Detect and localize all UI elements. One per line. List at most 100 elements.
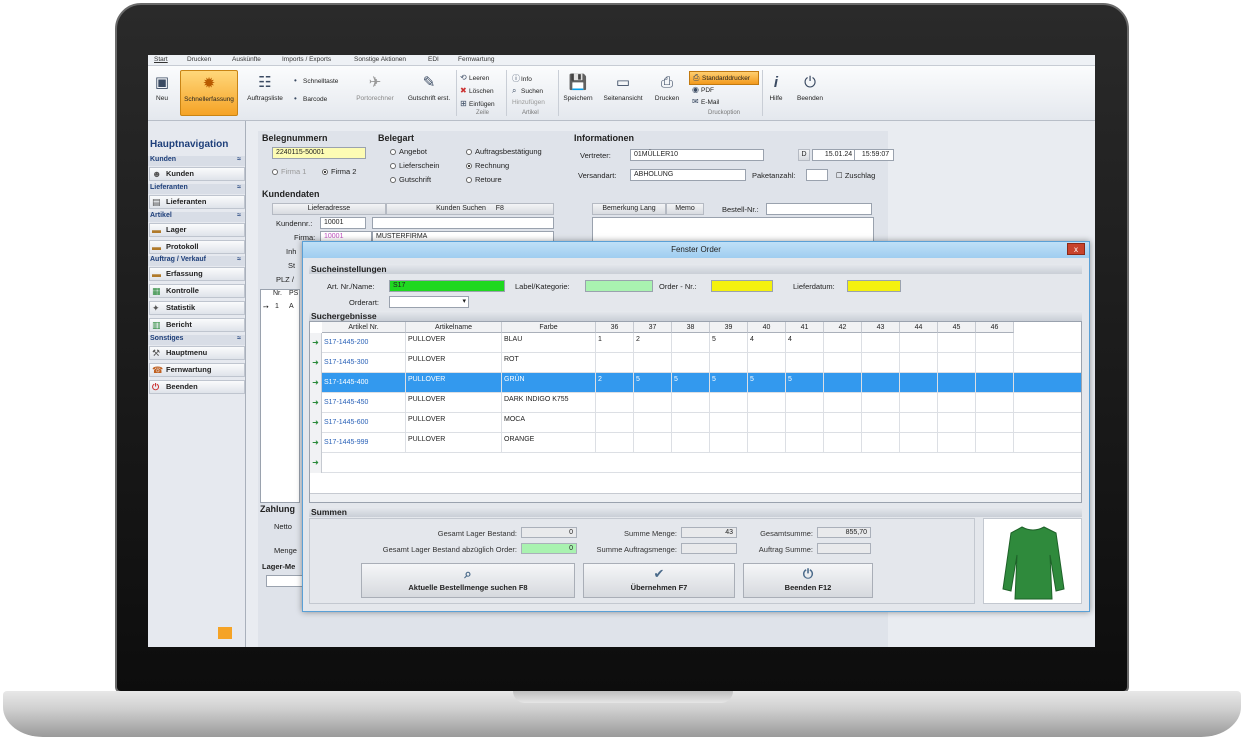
column-header[interactable]: 39	[710, 322, 748, 333]
table-row[interactable]: ➜ S17-1445-600 PULLOVER MOCA	[310, 413, 1081, 433]
table-cell[interactable]	[786, 353, 824, 373]
table-cell[interactable]	[596, 433, 634, 453]
row-arrow-icon[interactable]: ➜	[310, 433, 322, 453]
schnelltaste-option[interactable]: • Schnelltaste	[294, 76, 338, 85]
column-header[interactable]: 46	[976, 322, 1014, 333]
table-cell[interactable]	[634, 353, 672, 373]
table-row[interactable]: ➜ S17-1445-400 PULLOVER GRÜN 2 5 5 5 5 5	[310, 373, 1081, 393]
barcode-option[interactable]: • Barcode	[294, 94, 327, 103]
suchen-button[interactable]: ⌕ Suchen	[512, 86, 543, 96]
table-cell[interactable]	[824, 393, 862, 413]
email-option[interactable]: ✉ E-Mail	[692, 97, 719, 106]
nav-section-artikel[interactable]: Artikel ≈	[148, 212, 245, 222]
table-cell[interactable]	[634, 393, 672, 413]
table-cell[interactable]: 4	[748, 333, 786, 353]
nav-section-lieferanten[interactable]: Lieferanten ≈	[148, 184, 245, 194]
lieferadresse-button[interactable]: Lieferadresse	[272, 203, 386, 215]
table-cell[interactable]: ORANGE	[502, 433, 596, 453]
table-cell[interactable]: 4	[786, 333, 824, 353]
nav-section-kunden[interactable]: Kunden ≈	[148, 156, 245, 166]
table-row[interactable]: ➜ S17-1445-450 PULLOVER DARK INDIGO K755	[310, 393, 1081, 413]
dialog-beenden-button[interactable]: ⏻ Beenden F12	[743, 563, 873, 598]
sidebar-item-lager[interactable]: ▬ Lager	[149, 223, 245, 237]
table-cell[interactable]: BLAU	[502, 333, 596, 353]
paketanzahl-field[interactable]	[806, 169, 828, 181]
loeschen-button[interactable]: ✖ Löschen	[460, 86, 494, 95]
column-header[interactable]: Farbe	[502, 322, 596, 333]
sidebar-item-beenden[interactable]: ⏻ Beenden	[149, 380, 245, 394]
table-cell[interactable]: ROT	[502, 353, 596, 373]
sidebar-item-fernwartung[interactable]: ☎ Fernwartung	[149, 363, 245, 377]
table-cell[interactable]: S17-1445-200	[322, 333, 406, 353]
table-cell[interactable]: S17-1445-300	[322, 353, 406, 373]
leeren-button[interactable]: ⟲ Leeren	[460, 73, 489, 82]
table-cell[interactable]	[976, 413, 1014, 433]
lieferdatum-field[interactable]	[847, 280, 901, 292]
artnr-field[interactable]: S17	[389, 280, 505, 292]
firma2-radio[interactable]: Firma 2	[322, 167, 356, 176]
table-cell[interactable]: S17-1445-450	[322, 393, 406, 413]
label-kategorie-field[interactable]	[585, 280, 653, 292]
table-cell[interactable]	[862, 393, 900, 413]
table-cell[interactable]: 2	[596, 373, 634, 393]
table-cell[interactable]	[786, 413, 824, 433]
kunden-name-select[interactable]	[372, 217, 554, 229]
hinzufuegen-button[interactable]: Hinzufügen	[512, 99, 545, 106]
sidebar-item-statistik[interactable]: ✦ Statistik	[149, 301, 245, 315]
table-cell[interactable]	[900, 373, 938, 393]
table-cell[interactable]	[976, 433, 1014, 453]
sidebar-item-hauptmenu[interactable]: ⚒ Hauptmenu	[149, 346, 245, 360]
uebernehmen-button[interactable]: ✔ Übernehmen F7	[583, 563, 735, 598]
sidebar-item-lieferanten[interactable]: ▤ Lieferanten	[149, 195, 245, 209]
table-cell[interactable]	[900, 433, 938, 453]
table-cell[interactable]	[900, 353, 938, 373]
sidebar-item-kunden[interactable]: ☻ Kunden	[149, 167, 245, 181]
table-cell[interactable]: 5	[710, 333, 748, 353]
zuschlag-checkbox[interactable]: ☐ Zuschlag	[836, 171, 875, 180]
table-cell[interactable]	[938, 373, 976, 393]
column-header[interactable]: Artikel Nr.	[322, 322, 406, 333]
angebot-radio[interactable]: Angebot	[390, 147, 427, 156]
tab-drucken[interactable]: Drucken	[187, 56, 211, 63]
column-header[interactable]: Artikelname	[406, 322, 502, 333]
sidebar-item-protokoll[interactable]: ▬ Protokoll	[149, 240, 245, 254]
kundennr-field[interactable]: 10001	[320, 217, 366, 229]
hilfe-button[interactable]: i Hilfe	[765, 70, 787, 116]
table-cell[interactable]: PULLOVER	[406, 333, 502, 353]
table-cell[interactable]	[824, 433, 862, 453]
table-cell[interactable]: GRÜN	[502, 373, 596, 393]
row-arrow-icon[interactable]: ➜	[310, 333, 322, 353]
info-button[interactable]: ⓘInfo	[512, 73, 532, 84]
row-arrow-icon[interactable]: ➜	[310, 353, 322, 373]
row-arrow-icon[interactable]: ➜	[310, 453, 322, 473]
bestellnr-field[interactable]	[766, 203, 872, 215]
kunden-suchen-button[interactable]: Kunden Suchen F8	[386, 203, 554, 215]
table-cell[interactable]	[672, 433, 710, 453]
table-cell[interactable]	[862, 373, 900, 393]
table-cell[interactable]	[900, 333, 938, 353]
time-field[interactable]: 15:59:07	[854, 149, 894, 161]
date-picker-button[interactable]: D	[798, 149, 810, 161]
table-cell[interactable]	[976, 393, 1014, 413]
table-cell[interactable]: S17-1445-600	[322, 413, 406, 433]
table-cell[interactable]: DARK INDIGO K755	[502, 393, 596, 413]
table-cell[interactable]	[938, 413, 976, 433]
column-header[interactable]: 36	[596, 322, 634, 333]
table-cell[interactable]	[938, 433, 976, 453]
table-cell[interactable]	[786, 433, 824, 453]
table-cell[interactable]	[824, 373, 862, 393]
table-cell[interactable]: 5	[710, 373, 748, 393]
table-cell[interactable]	[596, 413, 634, 433]
column-header[interactable]: 42	[824, 322, 862, 333]
horizontal-scrollbar[interactable]	[310, 493, 1081, 502]
table-cell[interactable]	[938, 353, 976, 373]
table-cell[interactable]	[862, 353, 900, 373]
table-cell[interactable]	[748, 433, 786, 453]
bemerkung-textarea[interactable]	[592, 217, 874, 243]
neu-button[interactable]: ▣ Neu	[150, 70, 174, 116]
table-cell[interactable]	[900, 393, 938, 413]
beenden-button[interactable]: ⏻ Beenden	[793, 70, 827, 116]
table-cell[interactable]: 5	[634, 373, 672, 393]
column-header[interactable]: 44	[900, 322, 938, 333]
table-cell[interactable]	[710, 413, 748, 433]
